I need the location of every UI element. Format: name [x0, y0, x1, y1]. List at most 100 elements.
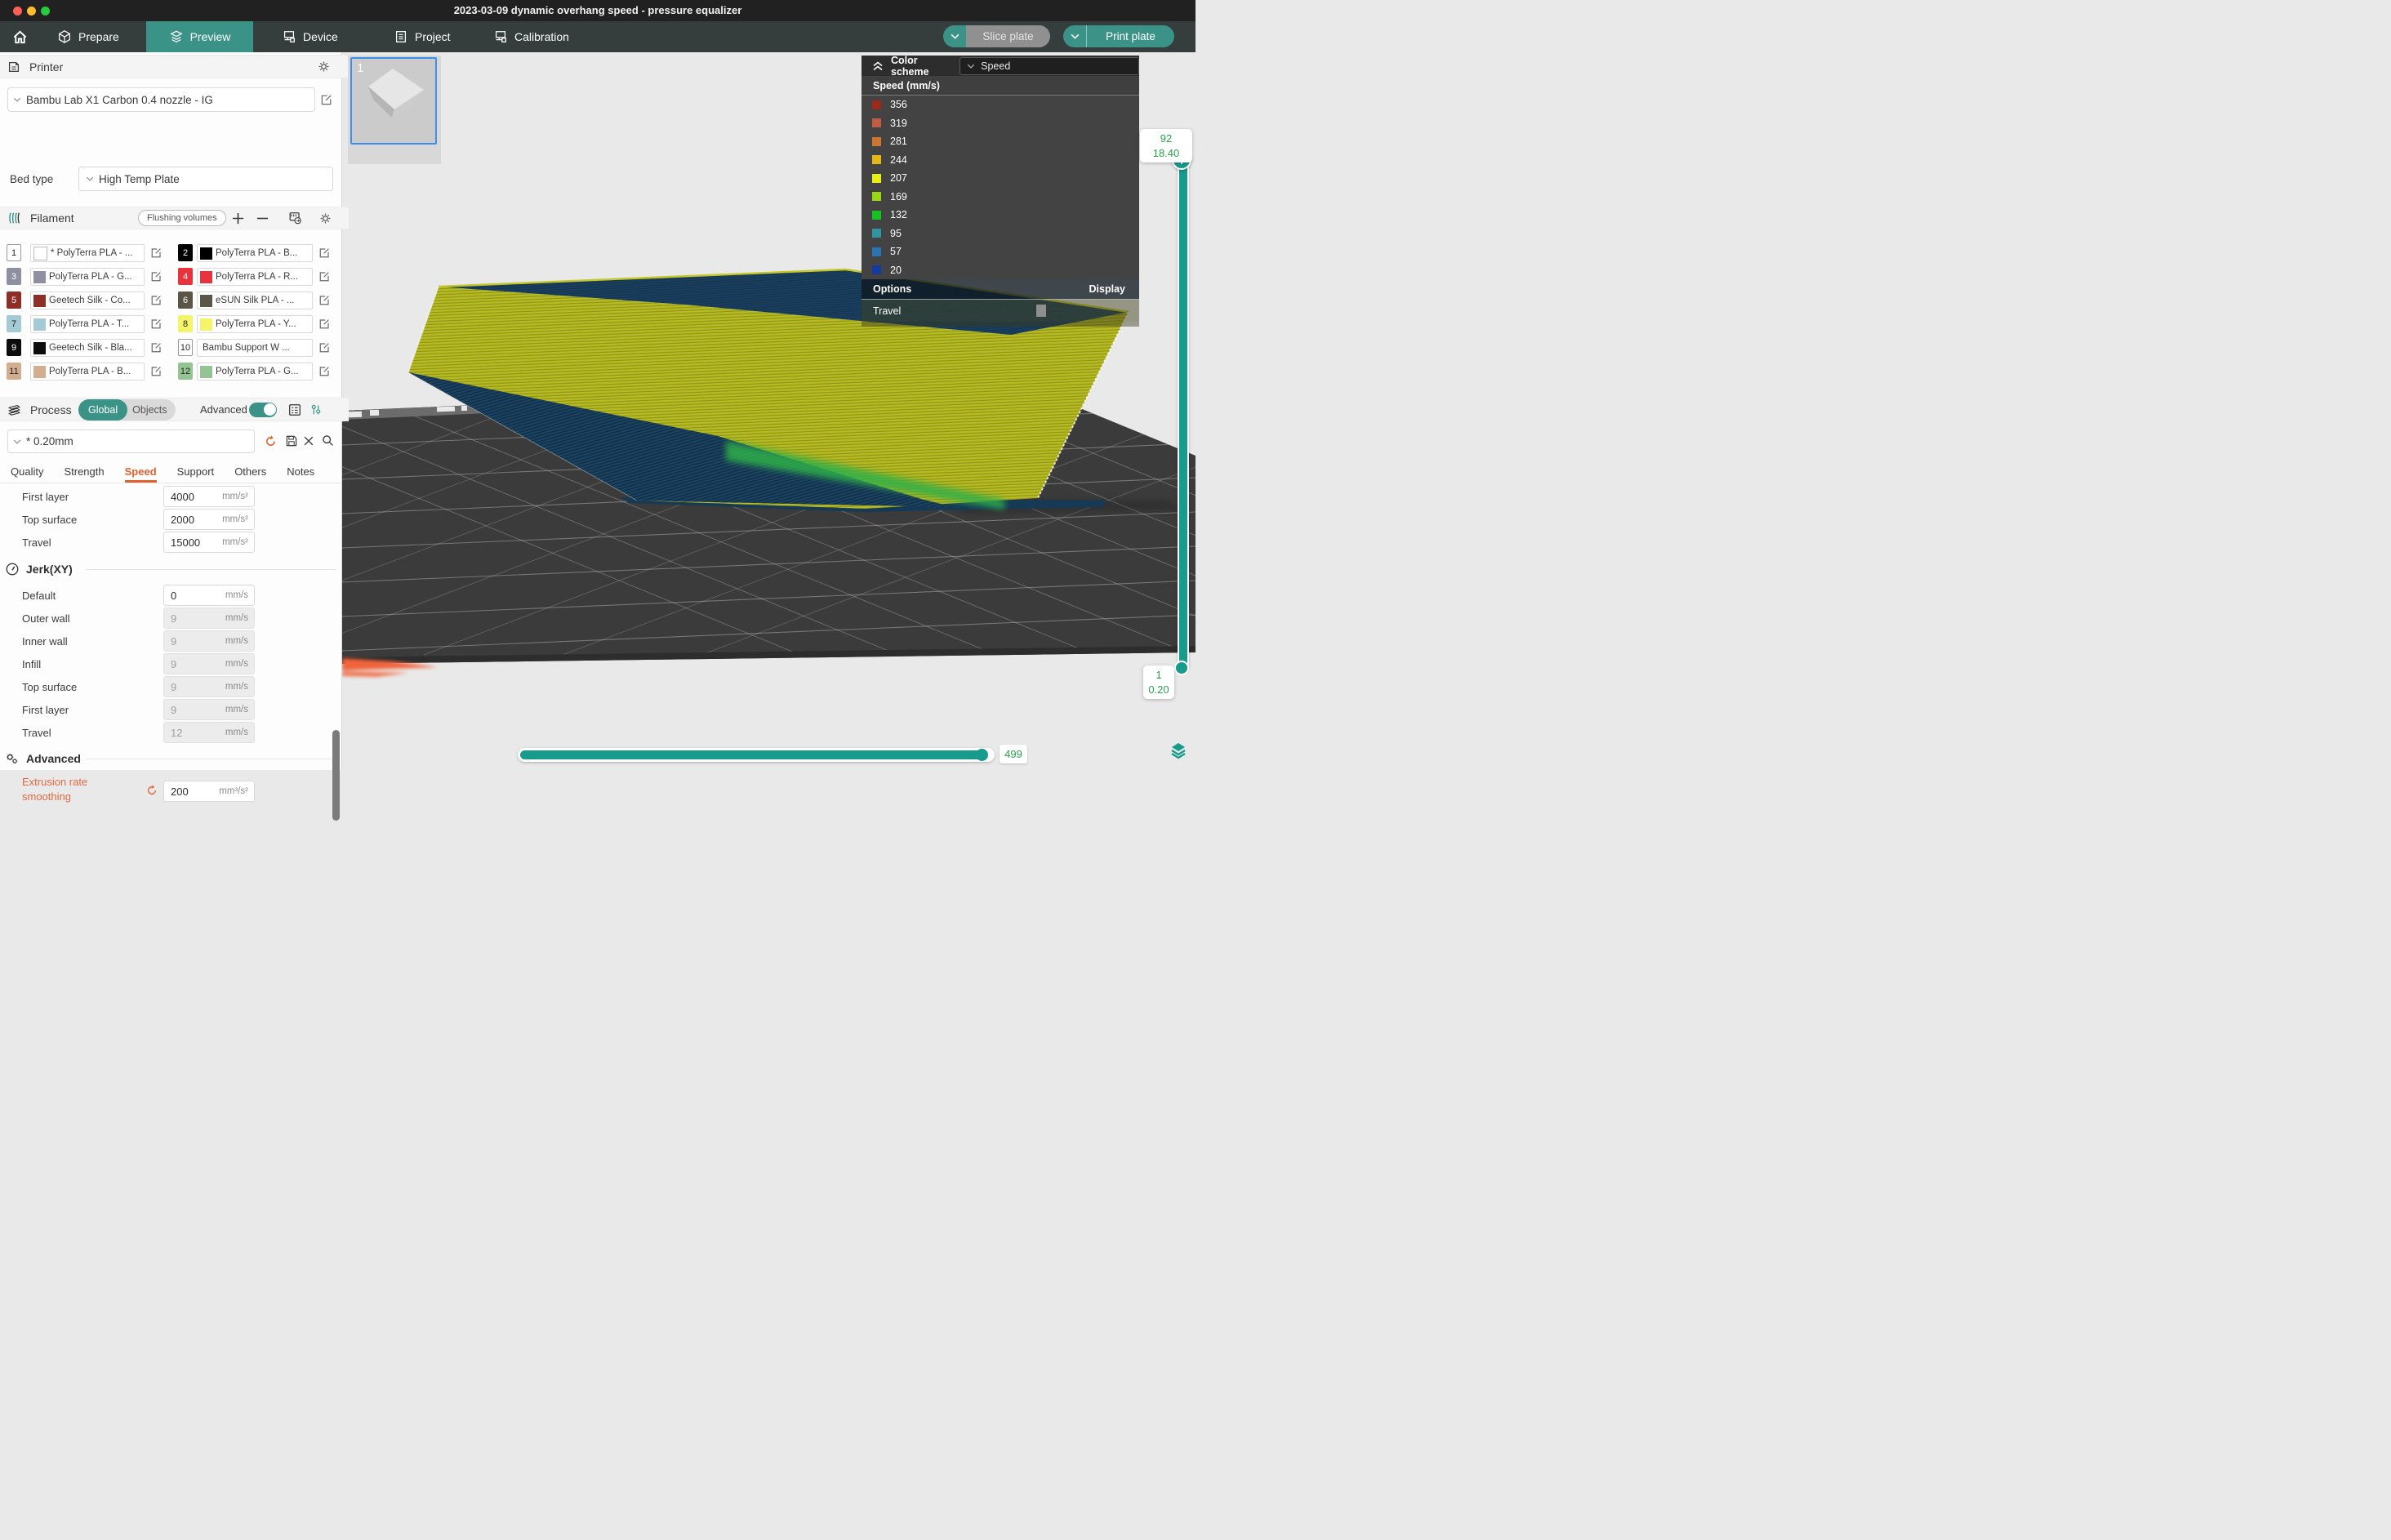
search-icon[interactable]	[321, 434, 335, 447]
sidebar-scrollbar-thumb[interactable]	[332, 730, 340, 821]
scope-objects-button[interactable]: Objects	[127, 399, 175, 421]
edit-icon[interactable]	[318, 270, 331, 283]
filament-slot[interactable]: Geetech Silk - Bla...	[30, 339, 145, 357]
edit-icon[interactable]	[318, 294, 331, 306]
filament-slot-badge[interactable]: 9	[7, 339, 21, 356]
filament-slot-badge[interactable]: 10	[178, 339, 193, 356]
edit-icon[interactable]	[150, 294, 163, 306]
filament-slot[interactable]: PolyTerra PLA - T...	[30, 315, 145, 333]
filament-slot-badge[interactable]: 8	[178, 315, 193, 332]
slice-plate-dropdown-button[interactable]	[943, 25, 966, 47]
filament-slot-badge[interactable]: 11	[7, 363, 21, 380]
reset-preset-icon[interactable]	[264, 434, 278, 448]
filament-settings-gear-icon[interactable]	[318, 211, 332, 225]
filament-slot[interactable]: PolyTerra PLA - Y...	[197, 315, 313, 333]
filament-slot[interactable]: Bambu Support W ...	[197, 339, 313, 357]
filament-slot[interactable]: eSUN Silk PLA - ...	[197, 292, 313, 309]
edit-icon[interactable]	[318, 318, 331, 330]
home-icon	[12, 29, 28, 45]
plate-thumbnail[interactable]: 1	[350, 57, 437, 145]
tab-device[interactable]: Device	[282, 21, 357, 52]
design-parameters-icon[interactable]	[309, 403, 323, 417]
edit-icon[interactable]	[150, 365, 163, 377]
parameter-list-icon[interactable]	[287, 403, 302, 417]
param-input-jerk-first-layer[interactable]: 9mm/s	[163, 699, 255, 720]
process-preset-select[interactable]: * 0.20mm	[7, 430, 255, 453]
printer-edit-icon[interactable]	[320, 93, 333, 106]
filament-color-swatch	[33, 342, 46, 354]
ams-sync-icon[interactable]	[287, 211, 303, 225]
param-input-jerk-top-surface[interactable]: 9mm/s	[163, 676, 255, 697]
param-input-travel-accel[interactable]: 15000mm/s²	[163, 532, 255, 553]
travel-checkbox[interactable]	[1036, 305, 1046, 317]
filament-slot-badge[interactable]: 6	[178, 292, 193, 309]
advanced-toggle[interactable]	[249, 403, 277, 417]
param-input-jerk-outer-wall[interactable]: 9mm/s	[163, 608, 255, 629]
filament-slot-badge[interactable]: 1	[7, 244, 21, 261]
edit-icon[interactable]	[318, 365, 331, 377]
scope-global-button[interactable]: Global	[78, 399, 127, 421]
collapse-double-chevron-up-icon[interactable]	[872, 61, 884, 71]
param-input-jerk-travel[interactable]: 12mm/s	[163, 722, 255, 743]
tab-support[interactable]: Support	[177, 465, 215, 483]
filament-slot-badge[interactable]: 4	[178, 268, 193, 285]
filament-slot-badge[interactable]: 12	[178, 363, 193, 380]
delete-preset-icon[interactable]	[303, 435, 314, 447]
filament-slot-badge[interactable]: 2	[178, 244, 193, 261]
move-slider-track[interactable]	[518, 748, 995, 762]
add-filament-icon[interactable]	[232, 212, 244, 225]
save-preset-icon[interactable]	[285, 434, 298, 447]
edit-icon[interactable]	[150, 318, 163, 330]
printer-preset-value: Bambu Lab X1 Carbon 0.4 nozzle - IG	[26, 94, 213, 106]
printer-settings-gear-icon[interactable]	[317, 60, 331, 73]
tab-calibration-label: Calibration	[514, 30, 569, 43]
param-input-first-layer-accel[interactable]: 4000mm/s²	[163, 486, 255, 507]
color-scheme-panel: Color scheme Speed Speed (mm/s) 356 319 …	[862, 56, 1139, 327]
filament-slot[interactable]: PolyTerra PLA - G...	[197, 363, 313, 381]
edit-icon[interactable]	[150, 247, 163, 259]
tab-speed[interactable]: Speed	[125, 465, 157, 483]
flushing-volumes-button[interactable]: Flushing volumes	[138, 210, 226, 226]
tab-calibration[interactable]: Calibration	[493, 21, 591, 52]
printer-preset-select[interactable]: Bambu Lab X1 Carbon 0.4 nozzle - IG	[7, 87, 315, 112]
param-input-jerk-infill[interactable]: 9mm/s	[163, 653, 255, 674]
param-input-extrusion-rate-smoothing[interactable]: 200mm³/s²	[163, 781, 255, 802]
tab-notes[interactable]: Notes	[287, 465, 314, 483]
jerk-section-label: Jerk(XY)	[26, 563, 73, 576]
print-plate-button[interactable]: Print plate	[1087, 25, 1174, 47]
filament-slot[interactable]: Geetech Silk - Co...	[30, 292, 145, 309]
home-button[interactable]	[7, 21, 33, 52]
print-plate-dropdown-button[interactable]	[1063, 25, 1087, 47]
edit-icon[interactable]	[318, 247, 331, 259]
filament-slot[interactable]: PolyTerra PLA - R...	[197, 268, 313, 286]
edit-icon[interactable]	[318, 341, 331, 354]
extrusion-rate-smoothing-label: Extrusion rate smoothing	[22, 775, 87, 803]
color-scheme-select[interactable]: Speed	[960, 57, 1139, 75]
param-input-jerk-inner-wall[interactable]: 9mm/s	[163, 630, 255, 652]
tab-project[interactable]: Project	[394, 21, 470, 52]
tab-prepare[interactable]: Prepare	[57, 21, 139, 52]
layers-view-icon[interactable]	[1169, 741, 1187, 759]
tab-quality[interactable]: Quality	[11, 465, 43, 483]
bed-type-select[interactable]: High Temp Plate	[78, 167, 333, 191]
filament-slot[interactable]: PolyTerra PLA - G...	[30, 268, 145, 286]
tab-others[interactable]: Others	[234, 465, 266, 483]
filament-slot[interactable]: * PolyTerra PLA - ...	[30, 244, 145, 262]
filament-slot-badge[interactable]: 3	[7, 268, 21, 285]
layer-slider-bottom-handle[interactable]	[1174, 661, 1189, 675]
edit-icon[interactable]	[150, 341, 163, 354]
layer-slider-track[interactable]	[1178, 158, 1189, 671]
filament-slot[interactable]: PolyTerra PLA - B...	[30, 363, 145, 381]
undo-modified-icon[interactable]	[145, 784, 158, 797]
filament-slot-badge[interactable]: 7	[7, 315, 21, 332]
slice-plate-button[interactable]: Slice plate	[966, 25, 1050, 47]
tab-strength[interactable]: Strength	[64, 465, 104, 483]
tab-preview[interactable]: Preview	[146, 21, 253, 52]
param-input-top-surface-accel[interactable]: 2000mm/s²	[163, 509, 255, 530]
move-slider-handle[interactable]	[976, 749, 988, 761]
remove-filament-icon[interactable]	[256, 212, 269, 225]
param-input-jerk-default[interactable]: 0mm/s	[163, 585, 255, 606]
filament-slot-badge[interactable]: 5	[7, 292, 21, 309]
filament-slot[interactable]: PolyTerra PLA - B...	[197, 244, 313, 262]
edit-icon[interactable]	[150, 270, 163, 283]
